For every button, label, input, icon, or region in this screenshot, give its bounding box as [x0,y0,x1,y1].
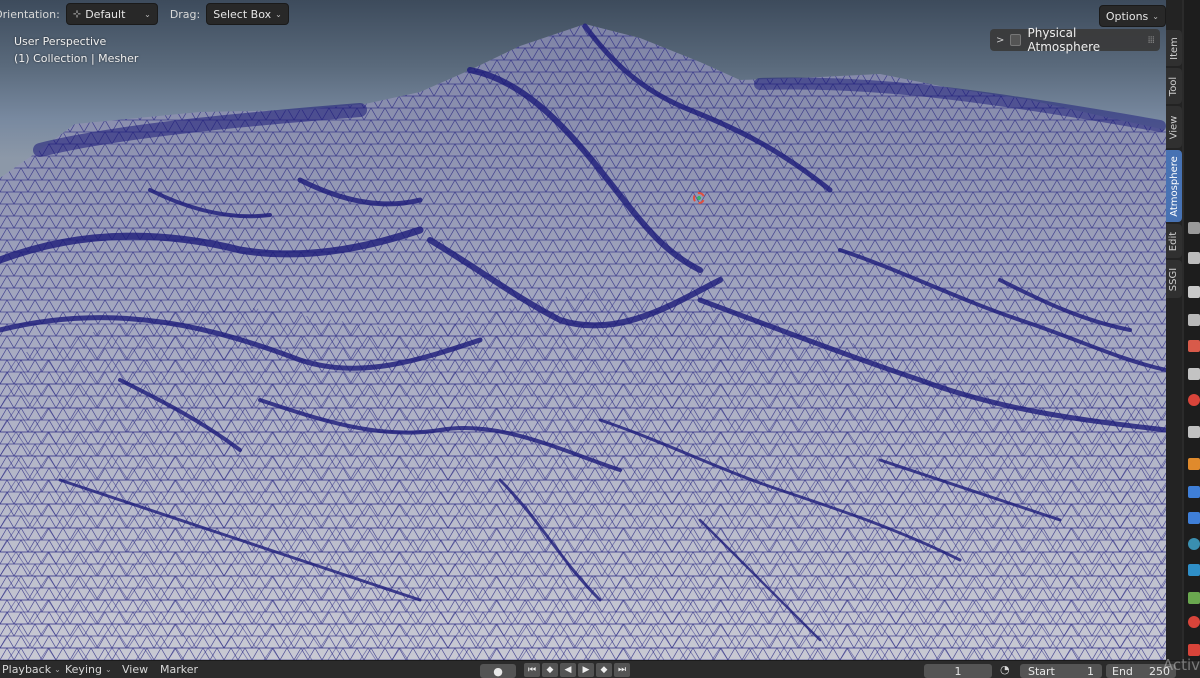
stopwatch-icon[interactable]: ◔ [1000,663,1010,676]
chevron-right-icon[interactable]: > [996,35,1004,46]
object-origin-icon[interactable] [693,192,705,204]
orientation-label: Orientation: [0,7,60,21]
timeline-bar: Playback ⌄ Keying ⌄ View Marker ● ⏮ ◆ ◀ ▶ … [0,660,1200,678]
tab-item[interactable]: Item [1166,30,1182,66]
tab-tool[interactable]: Tool [1166,68,1182,104]
options-label: Options [1105,9,1149,23]
3d-viewport[interactable]: Orientation: ⊹ Default ⌄ Drag: Select Bo… [0,0,1166,660]
view-layer-icon[interactable] [1188,314,1200,326]
checkbox-icon[interactable] [1010,34,1022,46]
shader-icon[interactable] [1188,644,1200,656]
activation-watermark: Activ [1162,656,1200,674]
scene-icon[interactable] [1188,340,1200,352]
start-frame-field[interactable]: Start 1 [1020,664,1102,678]
physical-atmosphere-panel[interactable]: > Physical Atmosphere ⁞⁞⁞ [990,26,1160,54]
terrain-wireframe-mesh [0,23,1166,660]
tab-atmosphere[interactable]: Atmosphere [1166,150,1182,222]
play-reverse-icon[interactable]: ◀ [560,663,576,677]
orientation-dropdown[interactable]: ⊹ Default ⌄ [65,3,158,25]
auto-keying-toggle[interactable]: ● [480,664,516,678]
physics-icon[interactable] [1188,512,1200,524]
orientation-icon: ⊹ [72,8,82,20]
drag-label: Drag: [169,7,201,21]
chevron-down-icon: ⌄ [1152,11,1159,21]
object-icon[interactable] [1188,426,1200,438]
render-icon[interactable] [1188,252,1200,264]
properties-toolbar [1184,0,1200,660]
viewport-header: Orientation: ⊹ Default ⌄ Drag: Select Bo… [0,3,289,25]
chevron-down-icon: ⌄ [144,9,151,19]
marker-menu[interactable]: Marker [160,663,198,676]
panel-title: Physical Atmosphere [1027,26,1101,54]
tab-edit[interactable]: Edit [1166,224,1182,258]
material-icon[interactable] [1188,592,1200,604]
options-dropdown[interactable]: Options ⌄ [1098,5,1166,27]
jump-end-icon[interactable]: ⏭ [614,663,630,677]
collection-label: (1) Collection | Mesher [14,52,139,65]
world-icon[interactable] [1188,368,1200,380]
texture-icon[interactable] [1188,616,1200,628]
play-icon[interactable]: ▶ [578,663,594,677]
modifier-icon[interactable] [1188,458,1200,470]
tool-icon[interactable] [1188,222,1200,234]
chevron-down-icon: ⌄ [104,665,112,674]
jump-start-icon[interactable]: ⏮ [524,663,540,677]
keying-menu[interactable]: Keying ⌄ [65,663,112,676]
drag-dropdown[interactable]: Select Box ⌄ [206,3,289,25]
record-icon: ● [493,664,503,678]
data-icon[interactable] [1188,564,1200,576]
drag-grip-icon[interactable]: ⁞⁞⁞ [1147,35,1154,46]
drag-value: Select Box [213,7,272,21]
collection-icon[interactable] [1188,394,1200,406]
constraints-icon[interactable] [1188,538,1200,550]
particles-icon[interactable] [1188,486,1200,498]
output-icon[interactable] [1188,286,1200,298]
transport-controls: ⏮ ◆ ◀ ▶ ◆ ⏭ [524,663,630,677]
chevron-down-icon: ⌄ [275,9,282,19]
keyframe-next-icon[interactable]: ◆ [596,663,612,677]
view-menu[interactable]: View [122,663,148,676]
perspective-label: User Perspective [14,35,107,48]
current-frame-field[interactable]: 1 [924,664,992,678]
playback-menu[interactable]: Playback ⌄ [2,663,61,676]
tab-view[interactable]: View [1166,106,1182,148]
sidebar-tabs: Item Tool View Atmosphere Edit SSGI [1166,0,1182,660]
tab-ssgi[interactable]: SSGI [1166,260,1182,298]
keyframe-prev-icon[interactable]: ◆ [542,663,558,677]
orientation-value: Default [85,7,126,21]
chevron-down-icon: ⌄ [54,665,61,674]
